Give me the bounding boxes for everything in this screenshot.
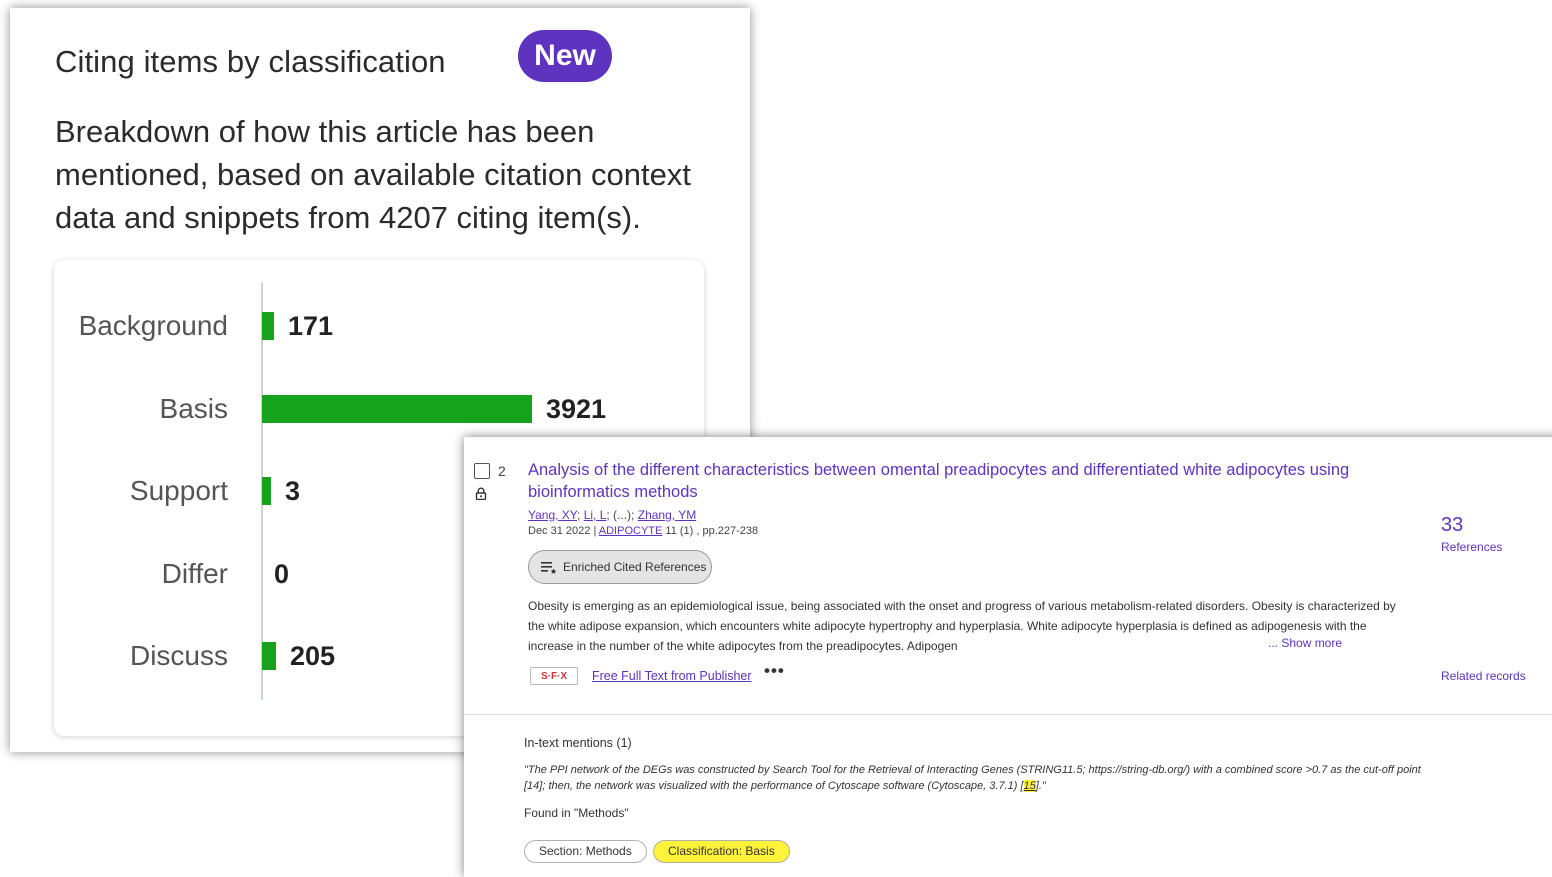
record-authors: Yang, XY; Li, L; (...); Zhang, YM <box>528 508 696 522</box>
chart-bar <box>262 477 271 505</box>
quote-highlight-reference[interactable]: 15 <box>1023 780 1036 792</box>
chart-bar <box>262 312 274 340</box>
section-divider <box>464 714 1552 715</box>
panel-description: Breakdown of how this article has been m… <box>55 114 691 235</box>
enriched-list-icon <box>541 561 557 574</box>
volume-pages: 11 (1) , pp.227-238 <box>662 525 759 537</box>
panel-title: Citing items by classification <box>55 44 446 79</box>
section-chip: Section: Methods <box>524 840 647 863</box>
more-options-icon[interactable]: ••• <box>764 661 785 681</box>
classification-chip: Classification: Basis <box>653 840 790 863</box>
chart-bar <box>262 394 532 423</box>
chart-row-basis: Basis 3921 <box>54 389 704 429</box>
mention-quote: "The PPI network of the DEGs was constru… <box>524 762 1424 794</box>
references-count[interactable]: 33 <box>1441 514 1463 537</box>
chart-value-label: 0 <box>274 558 290 589</box>
publication-separator: | <box>590 525 599 537</box>
related-records-link[interactable]: Related records <box>1441 669 1526 683</box>
chart-value-label: 3 <box>285 476 301 506</box>
chart-value-label: 205 <box>290 641 336 671</box>
author-link[interactable]: Li, L <box>584 508 607 522</box>
chart-category-label: Support <box>129 475 228 506</box>
author-link[interactable]: Zhang, YM <box>638 508 696 522</box>
quote-text-end: ]." <box>1035 780 1046 792</box>
record-title-link[interactable]: Analysis of the different characteristic… <box>528 459 1398 503</box>
record-checkbox[interactable] <box>474 463 490 479</box>
chart-value-label: 171 <box>288 311 334 341</box>
chart-category-label: Basis <box>159 392 228 424</box>
chart-row-background: Background 171 <box>54 306 704 346</box>
chart-category-label: Background <box>78 310 228 341</box>
chart-value-label: 3921 <box>546 393 607 424</box>
author-separator: ; (...); <box>606 508 638 522</box>
author-link[interactable]: Yang, XY <box>528 508 577 522</box>
in-text-mentions-title: In-text mentions (1) <box>524 736 632 750</box>
record-number: 2 <box>498 463 506 479</box>
chart-bar <box>262 642 276 670</box>
free-full-text-link[interactable]: Free Full Text from Publisher <box>592 669 752 683</box>
enriched-cited-references-button[interactable]: Enriched Cited References <box>528 550 712 584</box>
author-separator: ; <box>577 508 584 522</box>
quote-text: "The PPI network of the DEGs was constru… <box>524 764 1421 792</box>
sfx-label: S·F·X <box>540 670 568 682</box>
publication-date: Dec 31 2022 <box>528 525 591 537</box>
chart-category-label: Discuss <box>129 640 228 671</box>
references-label[interactable]: References <box>1441 540 1502 554</box>
show-more-link[interactable]: ... Show more <box>1268 636 1342 650</box>
new-badge: New <box>518 30 612 82</box>
publication-info: Dec 31 2022 | ADIPOCYTE 11 (1) , pp.227-… <box>528 525 758 537</box>
lock-icon <box>475 487 487 505</box>
enriched-cited-references-label: Enriched Cited References <box>563 560 707 574</box>
found-in-label: Found in "Methods" <box>524 806 629 820</box>
sfx-button[interactable]: S·F·X <box>530 667 578 685</box>
journal-link[interactable]: ADIPOCYTE <box>599 525 663 537</box>
chart-category-label: Differ <box>161 557 228 589</box>
search-result-record: 2 Analysis of the different characterist… <box>464 437 1552 877</box>
